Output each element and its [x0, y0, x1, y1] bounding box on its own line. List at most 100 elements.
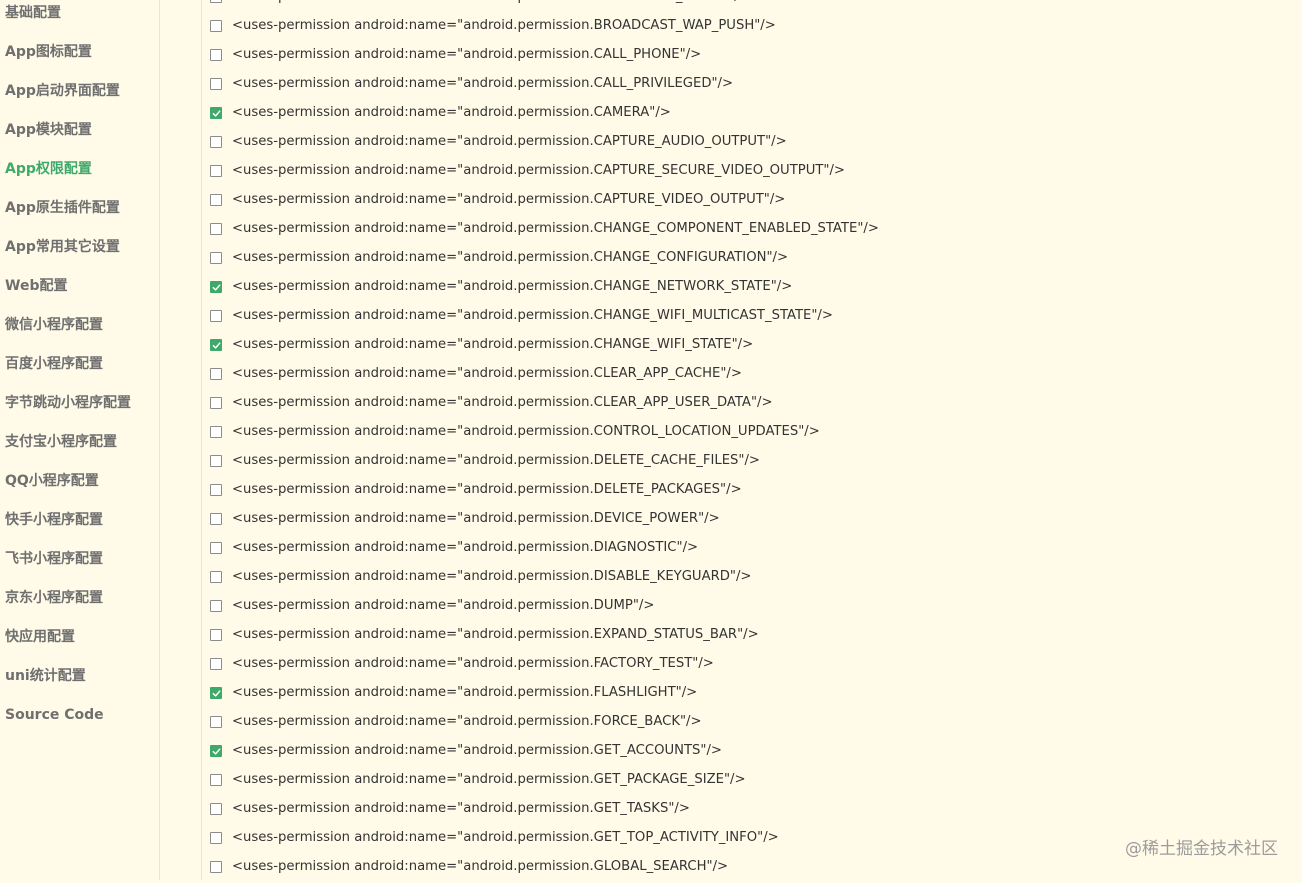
checkmark-icon	[212, 342, 221, 349]
permission-checkbox[interactable]	[210, 600, 222, 612]
permission-row[interactable]: <uses-permission android:name="android.p…	[202, 129, 1302, 158]
sidebar-item[interactable]: 快应用配置	[5, 625, 75, 649]
permission-label: <uses-permission android:name="android.p…	[232, 395, 773, 410]
sidebar-item[interactable]: 支付宝小程序配置	[5, 430, 117, 454]
sidebar-item[interactable]: App权限配置	[5, 157, 92, 181]
permission-label: <uses-permission android:name="android.p…	[232, 76, 734, 91]
permission-row[interactable]: <uses-permission android:name="android.p…	[202, 767, 1302, 796]
permission-checkbox[interactable]	[210, 629, 222, 641]
permission-row[interactable]: <uses-permission android:name="android.p…	[202, 100, 1302, 129]
checkmark-icon	[212, 284, 221, 291]
watermark-text: @稀土掘金技术社区	[1125, 839, 1278, 859]
permission-checkbox[interactable]	[210, 20, 222, 32]
permission-label: <uses-permission android:name="android.p…	[232, 18, 776, 33]
permission-row[interactable]: <uses-permission android:name="android.p…	[202, 332, 1302, 361]
permission-checkbox[interactable]	[210, 455, 222, 467]
sidebar-item[interactable]: Source Code	[5, 703, 104, 727]
sidebar-item[interactable]: 百度小程序配置	[5, 352, 103, 376]
permission-row[interactable]: <uses-permission android:name="android.p…	[202, 361, 1302, 390]
permission-checkbox[interactable]	[210, 542, 222, 554]
sidebar-item[interactable]: App图标配置	[5, 40, 92, 64]
permission-checkbox[interactable]	[210, 658, 222, 670]
permission-row[interactable]: <uses-permission android:name="android.p…	[202, 42, 1302, 71]
permission-checkbox[interactable]	[210, 136, 222, 148]
permission-row[interactable]: <uses-permission android:name="android.p…	[202, 593, 1302, 622]
permission-checkbox[interactable]	[210, 310, 222, 322]
permission-label: <uses-permission android:name="android.p…	[232, 830, 779, 845]
permission-row[interactable]: <uses-permission android:name="android.p…	[202, 158, 1302, 187]
permission-checkbox[interactable]	[210, 745, 222, 757]
permission-checkbox[interactable]	[210, 0, 222, 3]
permission-checkbox[interactable]	[210, 252, 222, 264]
permission-checkbox[interactable]	[210, 861, 222, 873]
permission-row[interactable]: <uses-permission android:name="android.p…	[202, 535, 1302, 564]
permission-row[interactable]: <uses-permission android:name="android.p…	[202, 419, 1302, 448]
permission-label: <uses-permission android:name="android.p…	[232, 424, 820, 439]
permission-row[interactable]: <uses-permission android:name="android.p…	[202, 274, 1302, 303]
permission-label: <uses-permission android:name="android.p…	[232, 656, 714, 671]
sidebar-item[interactable]: App原生插件配置	[5, 196, 120, 220]
permission-row[interactable]: <uses-permission android:name="android.p…	[202, 0, 1302, 13]
permission-label: <uses-permission android:name="android.p…	[232, 221, 879, 236]
permission-row[interactable]: <uses-permission android:name="android.p…	[202, 738, 1302, 767]
permission-checkbox[interactable]	[210, 78, 222, 90]
permission-checkbox[interactable]	[210, 426, 222, 438]
permission-row[interactable]: <uses-permission android:name="android.p…	[202, 303, 1302, 332]
permission-label: <uses-permission android:name="android.p…	[232, 308, 833, 323]
permission-row[interactable]: <uses-permission android:name="android.p…	[202, 448, 1302, 477]
permission-row[interactable]: <uses-permission android:name="android.p…	[202, 680, 1302, 709]
permission-checkbox[interactable]	[210, 281, 222, 293]
permission-checkbox[interactable]	[210, 484, 222, 496]
permission-checkbox[interactable]	[210, 165, 222, 177]
permission-list: <uses-permission android:name="android.p…	[202, 0, 1302, 880]
sidebar-item[interactable]: 微信小程序配置	[5, 313, 103, 337]
permission-checkbox[interactable]	[210, 832, 222, 844]
sidebar-item[interactable]: App常用其它设置	[5, 235, 120, 259]
sidebar-item[interactable]: App模块配置	[5, 118, 92, 142]
sidebar-item[interactable]: 基础配置	[5, 1, 61, 25]
permission-row[interactable]: <uses-permission android:name="android.p…	[202, 245, 1302, 274]
permission-checkbox[interactable]	[210, 687, 222, 699]
permission-checkbox[interactable]	[210, 107, 222, 119]
checkmark-icon	[212, 748, 221, 755]
permission-row[interactable]: <uses-permission android:name="android.p…	[202, 477, 1302, 506]
permission-row[interactable]: <uses-permission android:name="android.p…	[202, 390, 1302, 419]
permission-row[interactable]: <uses-permission android:name="android.p…	[202, 709, 1302, 738]
permission-row[interactable]: <uses-permission android:name="android.p…	[202, 216, 1302, 245]
permission-checkbox[interactable]	[210, 194, 222, 206]
permission-label: <uses-permission android:name="android.p…	[232, 250, 789, 265]
permission-checkbox[interactable]	[210, 803, 222, 815]
sidebar-item[interactable]: 字节跳动小程序配置	[5, 391, 131, 415]
permission-checkbox[interactable]	[210, 223, 222, 235]
permission-label: <uses-permission android:name="android.p…	[232, 569, 752, 584]
permission-checkbox[interactable]	[210, 571, 222, 583]
permission-row[interactable]: <uses-permission android:name="android.p…	[202, 622, 1302, 651]
permission-checkbox[interactable]	[210, 339, 222, 351]
sidebar-item[interactable]: 飞书小程序配置	[5, 547, 103, 571]
permission-row[interactable]: <uses-permission android:name="android.p…	[202, 187, 1302, 216]
sidebar-item[interactable]: Web配置	[5, 274, 67, 298]
permission-label: <uses-permission android:name="android.p…	[232, 540, 699, 555]
sidebar-nav: 基础配置 App图标配置 App启动界面配置 App模块配置 App权限配置 App原生插…	[0, 0, 160, 880]
permission-checkbox[interactable]	[210, 49, 222, 61]
sidebar-item[interactable]: 快手小程序配置	[5, 508, 103, 532]
permission-row[interactable]: <uses-permission android:name="android.p…	[202, 71, 1302, 100]
sidebar-item[interactable]: App启动界面配置	[5, 79, 120, 103]
permission-row[interactable]: <uses-permission android:name="android.p…	[202, 796, 1302, 825]
sidebar-item[interactable]: QQ小程序配置	[5, 469, 99, 493]
sidebar-item[interactable]: uni统计配置	[5, 664, 86, 688]
permission-row[interactable]: <uses-permission android:name="android.p…	[202, 13, 1302, 42]
permission-checkbox[interactable]	[210, 716, 222, 728]
permission-checkbox[interactable]	[210, 774, 222, 786]
permission-checkbox[interactable]	[210, 368, 222, 380]
permission-row[interactable]: <uses-permission android:name="android.p…	[202, 651, 1302, 680]
sidebar-item[interactable]: 京东小程序配置	[5, 586, 103, 610]
permission-row[interactable]: <uses-permission android:name="android.p…	[202, 564, 1302, 593]
permission-label: <uses-permission android:name="android.p…	[232, 47, 702, 62]
permission-label: <uses-permission android:name="android.p…	[232, 772, 746, 787]
permission-row[interactable]: <uses-permission android:name="android.p…	[202, 506, 1302, 535]
permission-label: <uses-permission android:name="android.p…	[232, 337, 754, 352]
permission-label: <uses-permission android:name="android.p…	[232, 482, 742, 497]
permission-checkbox[interactable]	[210, 513, 222, 525]
permission-checkbox[interactable]	[210, 397, 222, 409]
